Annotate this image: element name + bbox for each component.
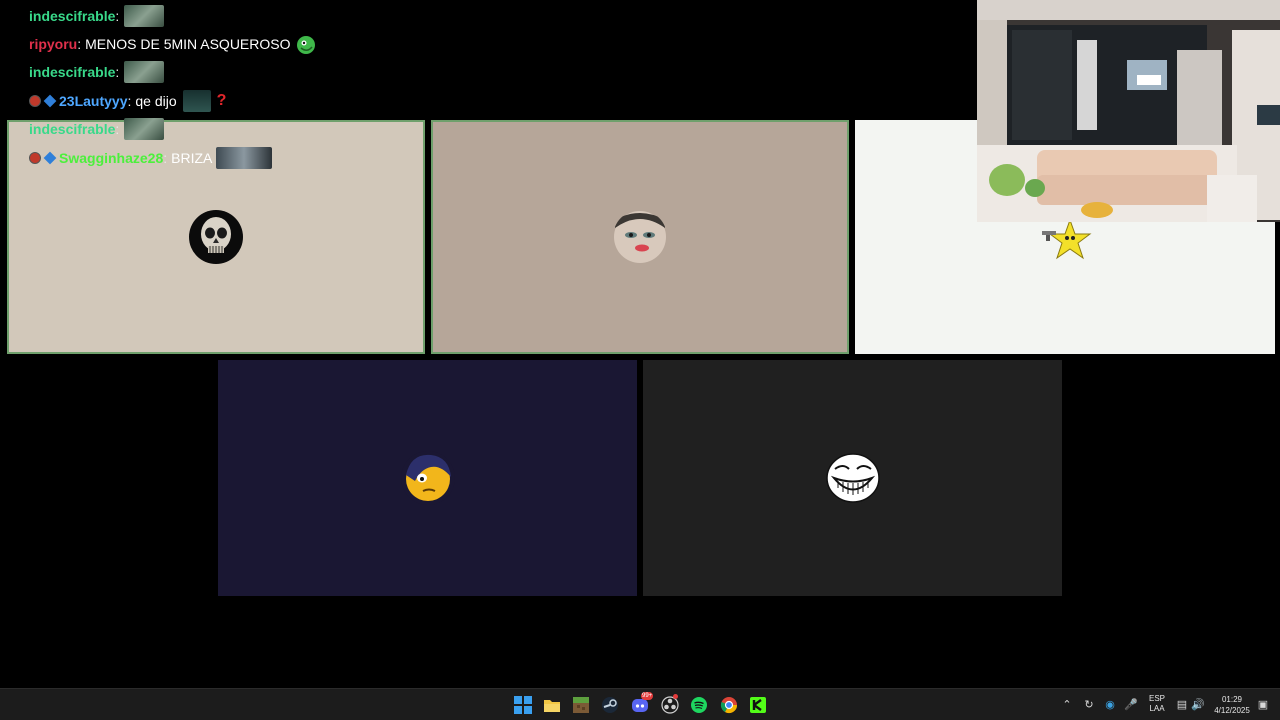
chat-username: 23Lautyyy bbox=[59, 93, 128, 109]
chat-colon: : bbox=[163, 150, 168, 166]
image-emote bbox=[124, 5, 165, 27]
minecraft-icon[interactable] bbox=[572, 696, 590, 714]
star-avatar bbox=[1040, 218, 1094, 264]
kick-icon[interactable] bbox=[749, 696, 767, 714]
dark-figure-emote bbox=[182, 90, 211, 112]
chat-message: ripyoru : MENOS DE 5MIN ASQUEROSO bbox=[29, 32, 317, 56]
discord-notification-badge: 99+ bbox=[641, 692, 654, 700]
file-explorer-icon[interactable] bbox=[543, 696, 561, 714]
red-badge bbox=[29, 152, 41, 164]
red-badge bbox=[29, 95, 41, 107]
chat-message: indescifrable : bbox=[29, 117, 165, 141]
blue-cube-badge bbox=[43, 94, 57, 108]
sync-icon[interactable]: ↻ bbox=[1082, 698, 1096, 712]
chat-username: indescifrable bbox=[29, 64, 116, 80]
chat-username: Swagginhaze28 bbox=[59, 150, 164, 166]
input-language[interactable]: ESP LAA bbox=[1146, 694, 1168, 714]
face-avatar bbox=[613, 210, 667, 264]
notification-icon[interactable]: ▣ bbox=[1256, 698, 1270, 712]
microphone-icon[interactable]: 🎤 bbox=[1124, 698, 1138, 712]
volume-icon[interactable]: 🔊 bbox=[1191, 698, 1205, 712]
clock-time: 01:29 bbox=[1221, 695, 1243, 704]
photo-emote bbox=[216, 147, 273, 169]
participant-tile-emo[interactable] bbox=[218, 360, 637, 596]
participant-tile-troll[interactable] bbox=[643, 360, 1062, 596]
obs-icon[interactable] bbox=[661, 694, 679, 714]
clock[interactable]: 01:29 4/12/2025 bbox=[1208, 694, 1256, 716]
taskbar: 99+ ⌃ ↻ ◉ 🎤 ESP LAA ▤ 🔊 01:29 4/12/2025 … bbox=[0, 688, 1280, 720]
chat-text: BRIZA bbox=[171, 150, 213, 166]
skull-avatar bbox=[189, 210, 243, 264]
chat-username: indescifrable bbox=[29, 121, 116, 137]
green-creature-emote bbox=[295, 33, 317, 55]
image-emote bbox=[124, 118, 165, 140]
chat-colon: : bbox=[115, 64, 120, 80]
network-icon[interactable]: ▤ bbox=[1175, 698, 1189, 712]
blue-cube-badge bbox=[43, 151, 57, 165]
clock-date: 4/12/2025 bbox=[1214, 706, 1250, 715]
red-question-emote: ? bbox=[216, 92, 227, 109]
chat-username: ripyoru bbox=[29, 36, 78, 52]
emo-smiley-avatar bbox=[400, 451, 455, 505]
chat-colon: : bbox=[127, 93, 132, 109]
windows-start-icon[interactable] bbox=[514, 696, 532, 714]
webcam-room-image bbox=[977, 0, 1280, 222]
keyboard-layout: LAA bbox=[1149, 704, 1165, 713]
chat-colon: : bbox=[77, 36, 82, 52]
chat-message: indescifrable : bbox=[29, 60, 165, 84]
chat-username: indescifrable bbox=[29, 8, 116, 24]
steam-icon[interactable] bbox=[601, 696, 619, 714]
spotify-icon[interactable] bbox=[690, 696, 708, 714]
shield-icon[interactable]: ◉ bbox=[1103, 698, 1117, 712]
chat-overlay: indescifrable : ripyoru : MENOS DE 5MIN … bbox=[0, 0, 420, 175]
chat-message: Swagginhaze28 : BRIZA bbox=[29, 146, 273, 170]
chat-colon: : bbox=[115, 8, 120, 24]
chat-text: qe dijo bbox=[135, 93, 177, 109]
discord-icon[interactable]: 99+ bbox=[631, 692, 654, 714]
chat-text: MENOS DE 5MIN ASQUEROSO bbox=[85, 36, 291, 52]
chat-colon: : bbox=[115, 121, 120, 137]
webcam-overlay bbox=[977, 0, 1280, 222]
chat-message: 23Lautyyy : qe dijo ? bbox=[29, 89, 226, 113]
language-code: ESP bbox=[1148, 694, 1165, 703]
image-emote bbox=[124, 61, 165, 83]
recording-dot bbox=[673, 694, 678, 699]
chat-message: indescifrable : bbox=[29, 4, 165, 28]
troll-face-avatar bbox=[825, 451, 880, 505]
chrome-icon[interactable] bbox=[720, 696, 738, 714]
chevron-up-icon[interactable]: ⌃ bbox=[1060, 698, 1074, 712]
participant-tile-face[interactable] bbox=[431, 120, 849, 354]
